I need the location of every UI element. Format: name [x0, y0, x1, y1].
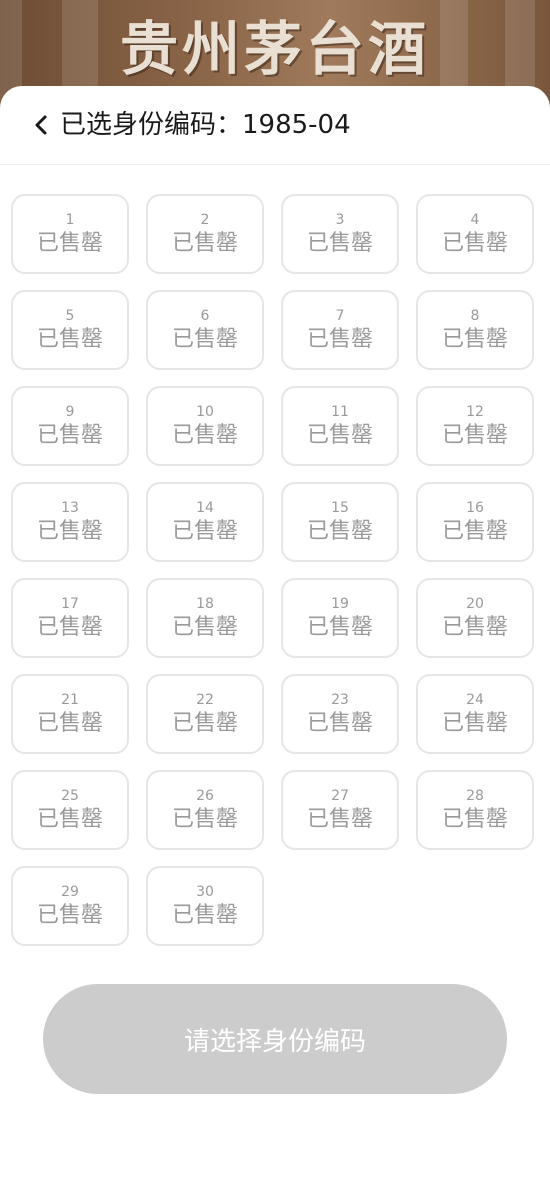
code-number: 10 — [196, 403, 214, 420]
code-option-23[interactable]: 23 已售罄 — [281, 674, 399, 754]
code-number: 8 — [470, 307, 480, 324]
sold-out-label: 已售罄 — [306, 326, 373, 352]
code-option-7[interactable]: 7 已售罄 — [281, 290, 399, 370]
sold-out-label: 已售罄 — [36, 230, 103, 256]
chevron-left-icon — [35, 115, 47, 135]
sold-out-label: 已售罄 — [171, 230, 238, 256]
code-number: 25 — [61, 787, 79, 804]
code-number: 21 — [61, 691, 79, 708]
sold-out-label: 已售罄 — [441, 326, 508, 352]
code-option-1[interactable]: 1 已售罄 — [11, 194, 129, 274]
code-number: 30 — [196, 883, 214, 900]
sold-out-label: 已售罄 — [36, 614, 103, 640]
code-option-26[interactable]: 26 已售罄 — [146, 770, 264, 850]
code-number: 4 — [470, 211, 480, 228]
sold-out-label: 已售罄 — [306, 422, 373, 448]
code-number: 26 — [196, 787, 214, 804]
sold-out-label: 已售罄 — [36, 326, 103, 352]
sold-out-label: 已售罄 — [171, 902, 238, 928]
code-number: 18 — [196, 595, 214, 612]
code-option-3[interactable]: 3 已售罄 — [281, 194, 399, 274]
sold-out-label: 已售罄 — [171, 326, 238, 352]
sold-out-label: 已售罄 — [171, 710, 238, 736]
code-number: 24 — [466, 691, 484, 708]
code-option-29[interactable]: 29 已售罄 — [11, 866, 129, 946]
code-option-22[interactable]: 22 已售罄 — [146, 674, 264, 754]
code-grid: 1 已售罄 2 已售罄 3 已售罄 4 已售罄 5 已售罄 6 已售罄 7 已售罄 8 已售罄 9 已售罄 10 已售… — [11, 194, 535, 946]
code-option-10[interactable]: 10 已售罄 — [146, 386, 264, 466]
code-selection-sheet: 已选身份编码：1985-04 1 已售罄 2 已售罄 3 已售罄 4 已售罄 5 已售罄 6 已售罄 7… — [0, 86, 550, 1180]
sold-out-label: 已售罄 — [171, 614, 238, 640]
code-option-25[interactable]: 25 已售罄 — [11, 770, 129, 850]
sold-out-label: 已售罄 — [441, 518, 508, 544]
code-number: 17 — [61, 595, 79, 612]
selected-code-title: 已选身份编码：1985-04 — [60, 110, 351, 140]
code-option-19[interactable]: 19 已售罄 — [281, 578, 399, 658]
sold-out-label: 已售罄 — [306, 806, 373, 832]
sold-out-label: 已售罄 — [36, 806, 103, 832]
code-number: 15 — [331, 499, 349, 516]
brand-logo-text: 贵州茅台酒 — [120, 15, 431, 83]
code-option-24[interactable]: 24 已售罄 — [416, 674, 534, 754]
code-number: 9 — [65, 403, 75, 420]
sold-out-label: 已售罄 — [171, 518, 238, 544]
code-option-5[interactable]: 5 已售罄 — [11, 290, 129, 370]
code-number: 3 — [335, 211, 345, 228]
code-number: 12 — [466, 403, 484, 420]
code-option-17[interactable]: 17 已售罄 — [11, 578, 129, 658]
sold-out-label: 已售罄 — [441, 230, 508, 256]
code-number: 16 — [466, 499, 484, 516]
sold-out-label: 已售罄 — [36, 422, 103, 448]
code-number: 14 — [196, 499, 214, 516]
code-option-2[interactable]: 2 已售罄 — [146, 194, 264, 274]
code-number: 5 — [65, 307, 75, 324]
code-option-18[interactable]: 18 已售罄 — [146, 578, 264, 658]
confirm-button[interactable]: 请选择身份编码 — [43, 984, 507, 1094]
code-option-8[interactable]: 8 已售罄 — [416, 290, 534, 370]
sold-out-label: 已售罄 — [441, 806, 508, 832]
code-number: 27 — [331, 787, 349, 804]
code-option-15[interactable]: 15 已售罄 — [281, 482, 399, 562]
sold-out-label: 已售罄 — [441, 614, 508, 640]
code-number: 29 — [61, 883, 79, 900]
code-number: 19 — [331, 595, 349, 612]
code-option-13[interactable]: 13 已售罄 — [11, 482, 129, 562]
code-number: 28 — [466, 787, 484, 804]
code-number: 1 — [65, 211, 75, 228]
sold-out-label: 已售罄 — [306, 230, 373, 256]
code-option-28[interactable]: 28 已售罄 — [416, 770, 534, 850]
code-number: 20 — [466, 595, 484, 612]
sold-out-label: 已售罄 — [306, 614, 373, 640]
code-option-16[interactable]: 16 已售罄 — [416, 482, 534, 562]
back-button[interactable] — [28, 108, 54, 142]
sold-out-label: 已售罄 — [36, 902, 103, 928]
sold-out-label: 已售罄 — [36, 710, 103, 736]
code-number: 11 — [331, 403, 349, 420]
code-option-20[interactable]: 20 已售罄 — [416, 578, 534, 658]
code-number: 13 — [61, 499, 79, 516]
code-number: 6 — [200, 307, 210, 324]
code-option-14[interactable]: 14 已售罄 — [146, 482, 264, 562]
sold-out-label: 已售罄 — [441, 710, 508, 736]
code-number: 22 — [196, 691, 214, 708]
sold-out-label: 已售罄 — [171, 806, 238, 832]
sold-out-label: 已售罄 — [36, 518, 103, 544]
sold-out-label: 已售罄 — [306, 518, 373, 544]
code-option-11[interactable]: 11 已售罄 — [281, 386, 399, 466]
code-number: 23 — [331, 691, 349, 708]
code-option-27[interactable]: 27 已售罄 — [281, 770, 399, 850]
code-number: 7 — [335, 307, 345, 324]
sheet-header: 已选身份编码：1985-04 — [0, 86, 550, 165]
sold-out-label: 已售罄 — [306, 710, 373, 736]
code-number: 2 — [200, 211, 210, 228]
sold-out-label: 已售罄 — [441, 422, 508, 448]
code-option-21[interactable]: 21 已售罄 — [11, 674, 129, 754]
code-option-30[interactable]: 30 已售罄 — [146, 866, 264, 946]
code-option-12[interactable]: 12 已售罄 — [416, 386, 534, 466]
code-option-4[interactable]: 4 已售罄 — [416, 194, 534, 274]
code-option-6[interactable]: 6 已售罄 — [146, 290, 264, 370]
code-option-9[interactable]: 9 已售罄 — [11, 386, 129, 466]
sold-out-label: 已售罄 — [171, 422, 238, 448]
